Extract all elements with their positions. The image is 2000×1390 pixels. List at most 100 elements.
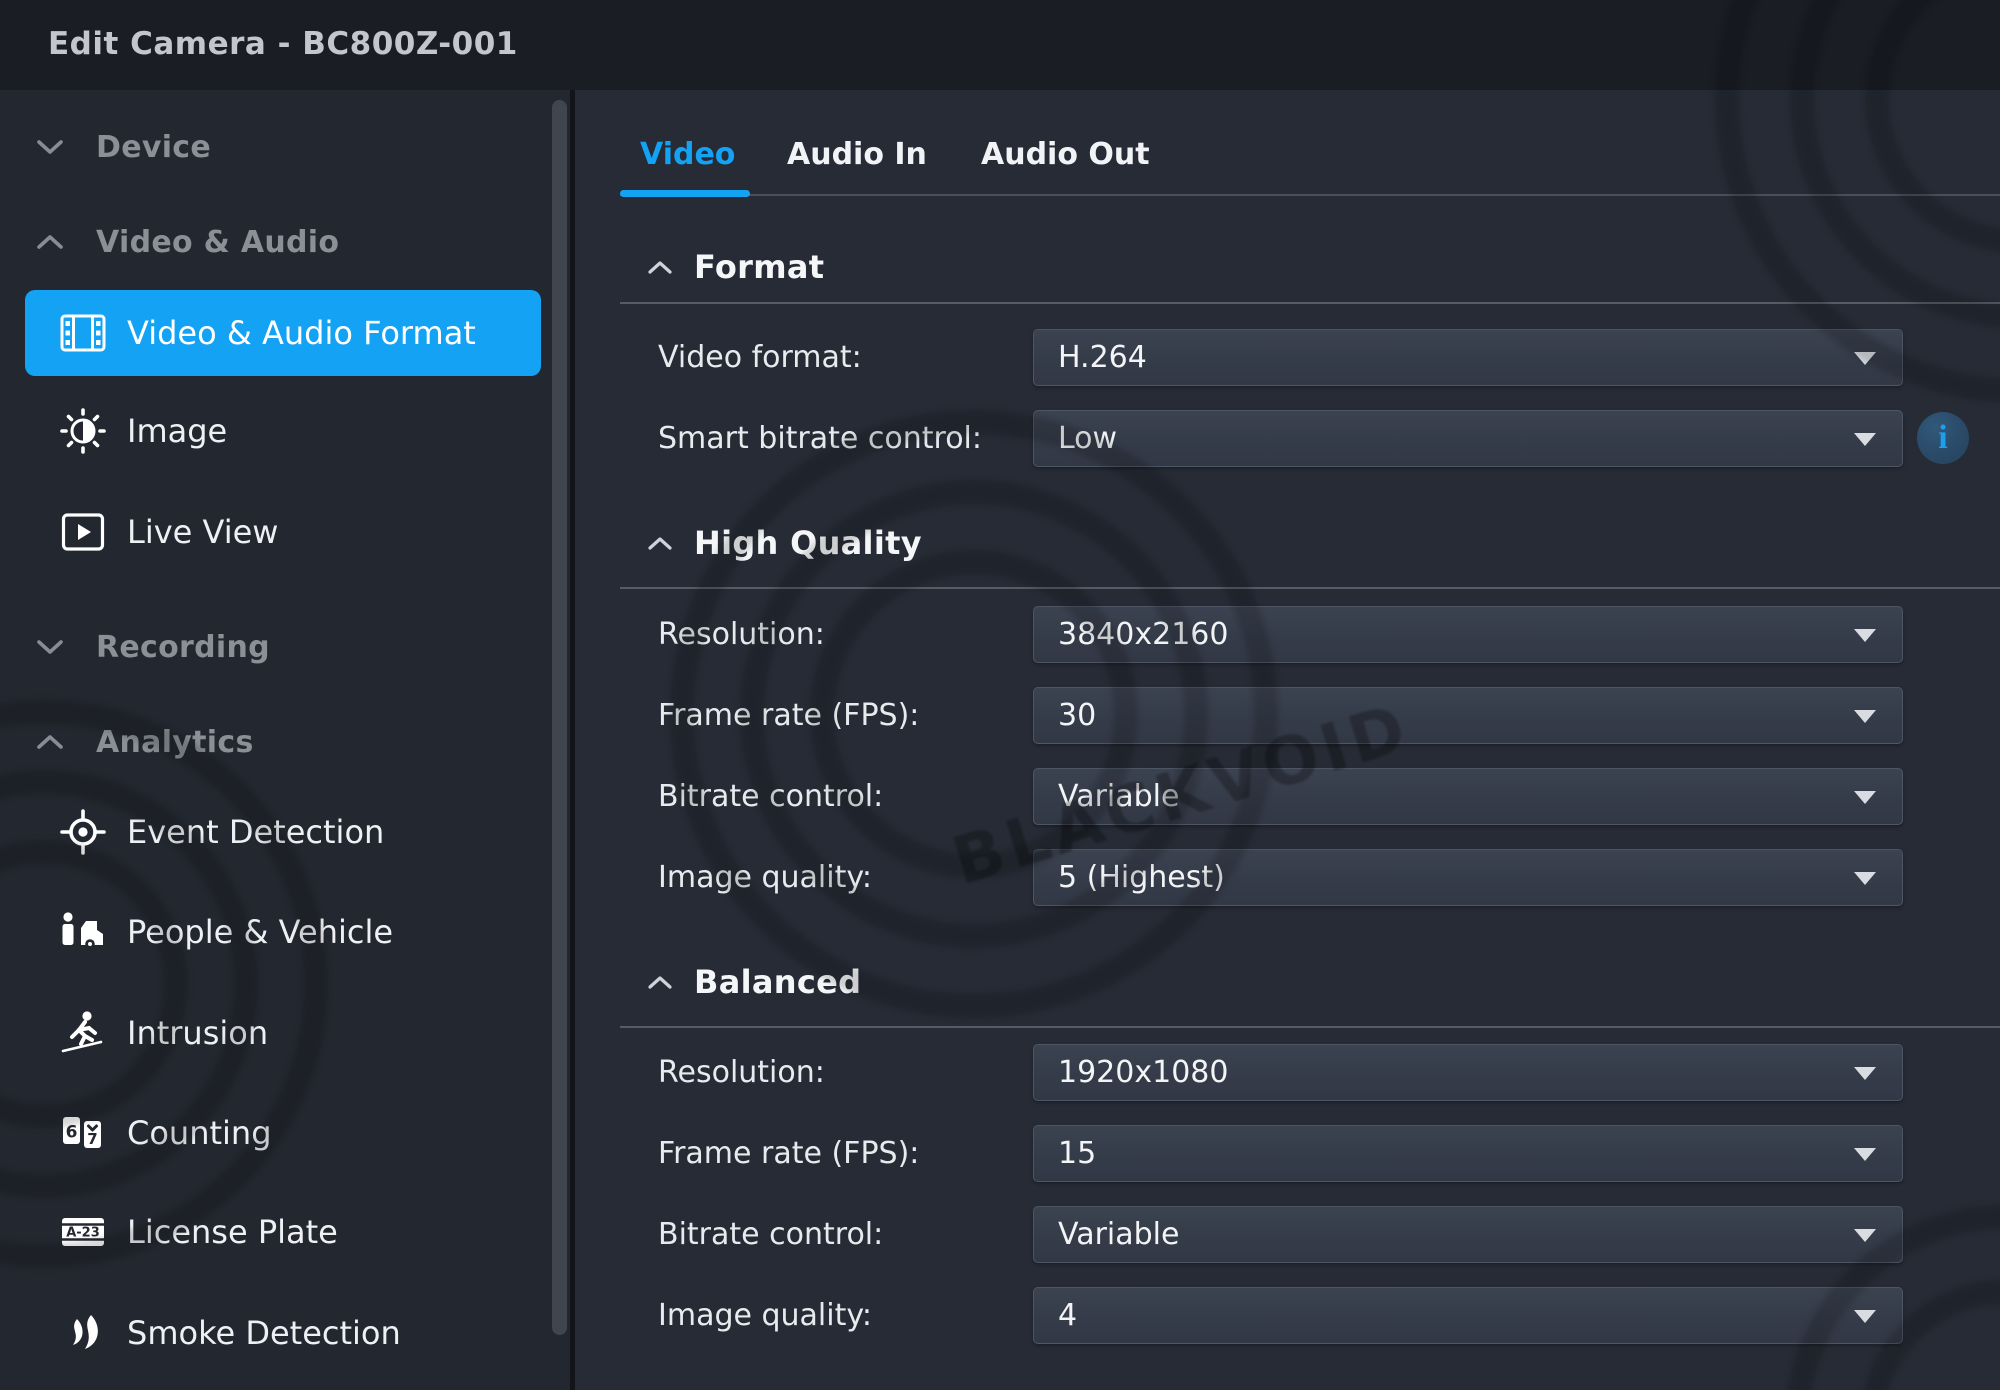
tab-audio-in[interactable]: Audio In <box>787 130 927 180</box>
chevron-down-icon <box>36 138 64 156</box>
chevron-down-icon <box>1854 1148 1876 1161</box>
sidebar-group-label: Recording <box>96 630 270 665</box>
sidebar-item-label: Image <box>127 412 227 450</box>
sidebar-item-smoke-detection[interactable]: Smoke Detection <box>0 1303 570 1363</box>
image-quality-bal-dropdown[interactable]: 4 <box>1033 1287 1903 1344</box>
sidebar-group-analytics[interactable]: Analytics <box>0 712 570 772</box>
sidebar-group-label: Video & Audio <box>96 225 339 260</box>
people-vehicle-icon <box>53 902 113 962</box>
dropdown-value: 5 (Highest) <box>1058 850 1225 905</box>
chevron-down-icon <box>1854 1310 1876 1323</box>
info-icon[interactable]: i <box>1917 412 1969 464</box>
brightness-icon <box>53 401 113 461</box>
sidebar-main-divider <box>570 90 575 1390</box>
license-plate-text: A-23 <box>66 1226 100 1241</box>
sidebar-group-recording[interactable]: Recording <box>0 617 570 677</box>
chevron-down-icon <box>36 638 64 656</box>
framerate-hq-dropdown[interactable]: 30 <box>1033 687 1903 744</box>
chevron-up-icon <box>648 536 672 550</box>
chevron-up-icon <box>36 233 64 251</box>
chevron-down-icon <box>1854 433 1876 446</box>
chevron-up-icon <box>648 260 672 274</box>
dropdown-value: Variable <box>1058 1207 1179 1262</box>
film-strip-icon <box>53 303 113 363</box>
chevron-down-icon <box>1854 629 1876 642</box>
image-quality-hq-dropdown[interactable]: 5 (Highest) <box>1033 849 1903 906</box>
smart-bitrate-dropdown[interactable]: Low <box>1033 410 1903 467</box>
sidebar-item-label: Live View <box>127 513 278 551</box>
field-label-resolution-hq: Resolution: <box>658 606 1028 663</box>
field-label-image-quality-hq: Image quality: <box>658 849 1028 906</box>
section-title: High Quality <box>694 524 922 562</box>
dialog-titlebar: Edit Camera - BC800Z-001 <box>0 0 2000 90</box>
dropdown-value: 1920x1080 <box>1058 1045 1228 1100</box>
counter-digit-left: 6 <box>66 1123 78 1143</box>
counter-digit-right: 7 <box>87 1130 97 1148</box>
field-label-smart-bitrate: Smart bitrate control: <box>658 410 1028 467</box>
settings-sidebar: Device Video & Audio <box>0 90 570 1390</box>
sidebar-item-counting[interactable]: 6 7 Counting <box>0 1103 570 1163</box>
dropdown-value: 3840x2160 <box>1058 607 1228 662</box>
section-header-balanced[interactable]: Balanced <box>648 960 861 1004</box>
section-title: Format <box>694 248 824 286</box>
tab-divider-line <box>620 194 2000 196</box>
counter-icon: 6 7 <box>53 1103 113 1163</box>
field-label-bitrate-hq: Bitrate control: <box>658 768 1028 825</box>
chevron-down-icon <box>1854 791 1876 804</box>
bitrate-control-hq-dropdown[interactable]: Variable <box>1033 768 1903 825</box>
section-header-format[interactable]: Format <box>648 245 824 289</box>
chevron-down-icon <box>1854 1229 1876 1242</box>
chevron-up-icon <box>648 975 672 989</box>
sidebar-item-license-plate[interactable]: A-23 License Plate <box>0 1202 570 1262</box>
field-label-framerate-bal: Frame rate (FPS): <box>658 1125 1028 1182</box>
live-view-icon <box>53 502 113 562</box>
sidebar-item-label: License Plate <box>127 1213 338 1251</box>
sidebar-item-video-audio-format[interactable]: Video & Audio Format <box>25 290 541 376</box>
sidebar-scrollbar-thumb[interactable] <box>552 100 567 1335</box>
resolution-bal-dropdown[interactable]: 1920x1080 <box>1033 1044 1903 1101</box>
tab-video[interactable]: Video <box>640 130 735 180</box>
dropdown-value: 4 <box>1058 1288 1077 1343</box>
smoke-icon <box>53 1303 113 1363</box>
sidebar-item-live-view[interactable]: Live View <box>0 502 570 562</box>
field-label-framerate-hq: Frame rate (FPS): <box>658 687 1028 744</box>
crosshair-icon <box>53 802 113 862</box>
chevron-up-icon <box>36 733 64 751</box>
sidebar-item-label: People & Vehicle <box>127 913 393 951</box>
field-label-resolution-bal: Resolution: <box>658 1044 1028 1101</box>
chevron-down-icon <box>1854 1067 1876 1080</box>
video-format-dropdown[interactable]: H.264 <box>1033 329 1903 386</box>
license-plate-icon: A-23 <box>53 1202 113 1262</box>
dropdown-value: Variable <box>1058 769 1179 824</box>
framerate-bal-dropdown[interactable]: 15 <box>1033 1125 1903 1182</box>
chevron-down-icon <box>1854 352 1876 365</box>
sidebar-item-image[interactable]: Image <box>0 401 570 461</box>
dropdown-value: H.264 <box>1058 330 1147 385</box>
sidebar-item-event-detection[interactable]: Event Detection <box>0 802 570 862</box>
bitrate-control-bal-dropdown[interactable]: Variable <box>1033 1206 1903 1263</box>
chevron-down-icon <box>1854 872 1876 885</box>
section-header-high-quality[interactable]: High Quality <box>648 521 922 565</box>
tab-audio-out[interactable]: Audio Out <box>981 130 1150 180</box>
sidebar-group-device[interactable]: Device <box>0 117 570 177</box>
settings-main-panel: Video Audio In Audio Out Format Video fo… <box>575 90 2000 1390</box>
field-label-video-format: Video format: <box>658 329 1028 386</box>
section-title: Balanced <box>694 963 861 1001</box>
sidebar-item-label: Smoke Detection <box>127 1314 401 1352</box>
sidebar-item-people-vehicle[interactable]: People & Vehicle <box>0 902 570 962</box>
sidebar-group-label: Analytics <box>96 725 254 760</box>
dropdown-value: 30 <box>1058 688 1096 743</box>
sidebar-item-label: Event Detection <box>127 813 384 851</box>
section-divider <box>620 1026 2000 1028</box>
field-label-bitrate-bal: Bitrate control: <box>658 1206 1028 1263</box>
resolution-hq-dropdown[interactable]: 3840x2160 <box>1033 606 1903 663</box>
active-tab-underline <box>620 190 750 197</box>
section-divider <box>620 587 2000 589</box>
info-glyph: i <box>1938 421 1947 455</box>
intrusion-icon <box>53 1003 113 1063</box>
sidebar-item-intrusion[interactable]: Intrusion <box>0 1003 570 1063</box>
sidebar-group-video-audio[interactable]: Video & Audio <box>0 212 570 272</box>
dropdown-value: Low <box>1058 411 1117 466</box>
edit-camera-dialog: Edit Camera - BC800Z-001 Device Video & … <box>0 0 2000 1390</box>
sidebar-item-label: Counting <box>127 1114 272 1152</box>
